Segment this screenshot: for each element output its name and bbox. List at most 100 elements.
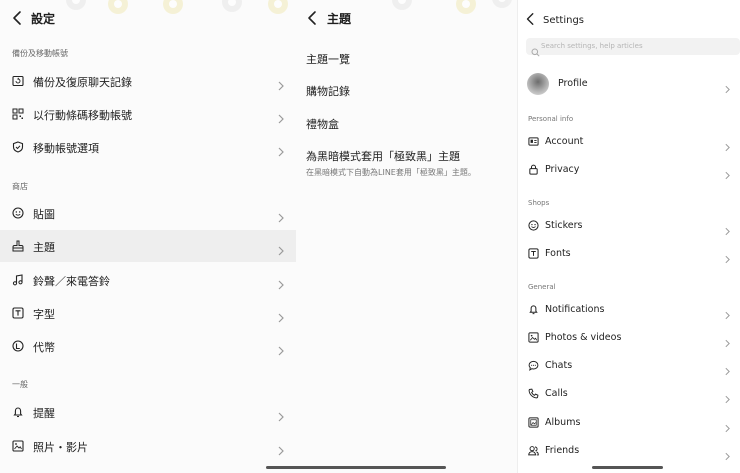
section-label-shops: Shops bbox=[528, 199, 550, 207]
settings-item-label: Calls bbox=[545, 388, 568, 399]
search-bar[interactable] bbox=[526, 38, 740, 57]
home-indicator bbox=[592, 466, 663, 469]
chevron-right-icon bbox=[725, 79, 730, 94]
settings-item-notifications[interactable]: Notifications bbox=[518, 296, 740, 324]
chevron-right-icon bbox=[725, 389, 730, 404]
settings-pane-right: Settings Profile Personal info Account P… bbox=[518, 0, 740, 473]
header: 主題 bbox=[296, 0, 518, 36]
back-button[interactable] bbox=[10, 9, 26, 27]
chevron-right-icon bbox=[725, 165, 730, 180]
gift-box-link[interactable]: 禮物盒 bbox=[306, 116, 339, 132]
chevron-right-icon bbox=[278, 241, 284, 256]
page-title: Settings bbox=[543, 15, 585, 26]
settings-item-label: Albums bbox=[545, 417, 581, 428]
profile-label: Profile bbox=[558, 78, 588, 89]
photo-icon bbox=[12, 440, 24, 452]
chevron-right-icon bbox=[278, 308, 284, 323]
bell-icon bbox=[528, 304, 539, 315]
settings-item-friends[interactable]: Friends bbox=[518, 437, 740, 465]
search-icon bbox=[531, 42, 540, 57]
menu-item-label: 貼圖 bbox=[33, 208, 55, 221]
menu-item-qr-move[interactable]: 以行動條碼移動帳號 bbox=[0, 98, 296, 130]
chevron-right-icon bbox=[278, 76, 284, 91]
chevron-right-icon bbox=[725, 418, 730, 433]
chat-bubble-icon bbox=[528, 360, 539, 371]
chevron-right-icon bbox=[725, 249, 730, 264]
chevron-right-icon bbox=[725, 305, 730, 320]
menu-item-label: 字型 bbox=[33, 308, 55, 321]
chevron-right-icon bbox=[725, 137, 730, 152]
chevron-left-icon bbox=[13, 11, 21, 25]
section-label-personal-info: Personal info bbox=[528, 115, 574, 123]
menu-item-label: 提醒 bbox=[33, 407, 55, 420]
chevron-right-icon bbox=[278, 441, 284, 456]
settings-item-photos-videos[interactable]: Photos & videos bbox=[518, 324, 740, 352]
album-icon bbox=[528, 417, 539, 428]
menu-item-coins[interactable]: 代幣 bbox=[0, 330, 296, 362]
settings-item-account[interactable]: Account bbox=[518, 128, 740, 156]
font-t-icon bbox=[12, 307, 24, 319]
section-label-shop: 商店 bbox=[12, 182, 28, 191]
settings-item-label: Privacy bbox=[545, 164, 580, 175]
menu-item-fonts[interactable]: 字型 bbox=[0, 297, 296, 329]
chevron-left-icon bbox=[308, 11, 316, 25]
account-card-icon bbox=[528, 136, 539, 147]
menu-item-themes[interactable]: 主題 bbox=[0, 230, 296, 262]
menu-item-label: 移動帳號選項 bbox=[33, 142, 99, 155]
menu-item-notifications[interactable]: 提醒 bbox=[0, 396, 296, 428]
menu-item-label: 鈴聲／來電答鈴 bbox=[33, 275, 110, 288]
chevron-right-icon bbox=[278, 109, 284, 124]
menu-item-ringtones[interactable]: 鈴聲／來電答鈴 bbox=[0, 264, 296, 296]
profile-row[interactable]: Profile bbox=[518, 70, 740, 98]
settings-item-label: Account bbox=[545, 136, 584, 147]
friends-icon bbox=[528, 445, 539, 456]
search-input[interactable] bbox=[541, 39, 731, 53]
section-label-general: 一般 bbox=[12, 380, 28, 389]
settings-item-calls[interactable]: Calls bbox=[518, 380, 740, 408]
menu-item-backup[interactable]: 備份及復原聊天記錄 bbox=[0, 65, 296, 97]
coin-icon bbox=[12, 340, 24, 352]
shield-icon bbox=[12, 141, 24, 153]
back-button[interactable] bbox=[305, 9, 321, 27]
settings-item-label: Friends bbox=[545, 445, 580, 456]
section-label-backup: 備份及移動帳號 bbox=[12, 49, 68, 58]
settings-item-label: Fonts bbox=[545, 248, 571, 259]
menu-item-label: 代幣 bbox=[33, 341, 55, 354]
settings-item-stickers[interactable]: Stickers bbox=[518, 212, 740, 240]
theme-brush-icon bbox=[12, 240, 24, 252]
menu-item-move-options[interactable]: 移動帳號選項 bbox=[0, 131, 296, 163]
photo-icon bbox=[528, 332, 539, 343]
chevron-right-icon bbox=[725, 221, 730, 236]
menu-item-photos-videos[interactable]: 照片・影片 bbox=[0, 430, 296, 462]
phone-icon bbox=[528, 388, 539, 399]
settings-item-fonts[interactable]: Fonts bbox=[518, 240, 740, 268]
music-note-icon bbox=[12, 274, 24, 286]
chevron-left-icon bbox=[526, 13, 534, 25]
chevron-right-icon bbox=[278, 275, 284, 290]
font-t-icon bbox=[528, 248, 539, 259]
chevron-right-icon bbox=[278, 142, 284, 157]
dark-mode-theme-option[interactable]: 為黑暗模式套用「極致黑」主題 bbox=[306, 148, 460, 164]
page-title: 設定 bbox=[31, 12, 56, 26]
theme-list-link[interactable]: 主題一覽 bbox=[306, 51, 350, 67]
menu-item-label: 主題 bbox=[33, 241, 55, 254]
bell-icon bbox=[12, 406, 24, 418]
menu-item-stickers[interactable]: 貼圖 bbox=[0, 197, 296, 229]
home-indicator bbox=[266, 466, 446, 469]
chevron-right-icon bbox=[278, 341, 284, 356]
section-label-general: General bbox=[528, 283, 556, 291]
dark-mode-description: 在黑暗模式下自動為LINE套用「極致黑」主題。 bbox=[306, 168, 476, 177]
settings-item-albums[interactable]: Albums bbox=[518, 409, 740, 437]
chevron-right-icon bbox=[278, 208, 284, 223]
avatar bbox=[527, 73, 549, 95]
page-title: 主題 bbox=[327, 12, 352, 26]
menu-item-label: 備份及復原聊天記錄 bbox=[33, 76, 132, 89]
settings-item-privacy[interactable]: Privacy bbox=[518, 156, 740, 184]
purchase-history-link[interactable]: 購物記錄 bbox=[306, 83, 350, 99]
header: Settings bbox=[518, 0, 740, 36]
backup-icon bbox=[12, 75, 24, 87]
back-button[interactable] bbox=[524, 11, 540, 29]
chevron-right-icon bbox=[725, 446, 730, 461]
menu-item-label: 照片・影片 bbox=[33, 441, 88, 454]
settings-item-chats[interactable]: Chats bbox=[518, 352, 740, 380]
